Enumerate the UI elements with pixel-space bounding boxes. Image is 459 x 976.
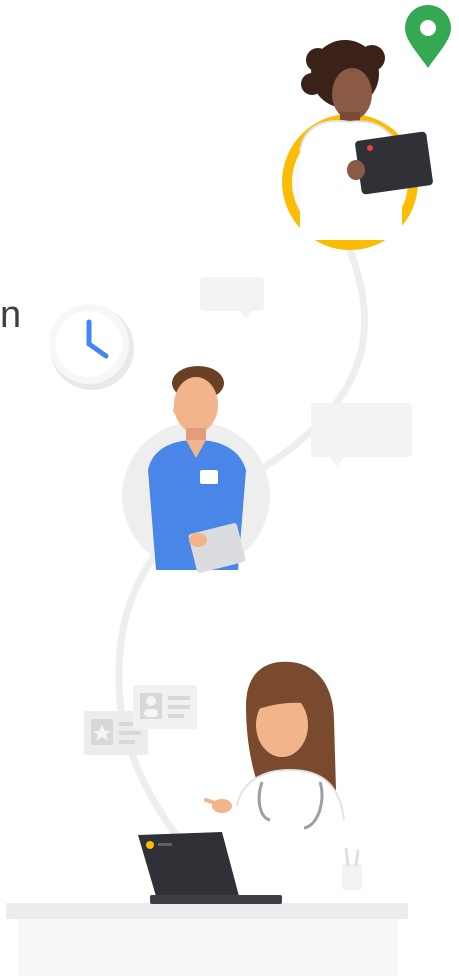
chrome-logo-icon [146,841,154,849]
doctor-with-tablet [282,40,433,250]
healthcare-illustration [6,5,451,976]
nurse-in-scrubs [122,366,270,573]
id-card-front [133,685,197,729]
speech-bubble-small [200,277,264,318]
clock-icon [49,304,134,390]
map-pin-icon [405,5,451,68]
desk [6,903,408,976]
pen-holder [342,847,362,890]
speech-bubble-large [311,403,412,466]
